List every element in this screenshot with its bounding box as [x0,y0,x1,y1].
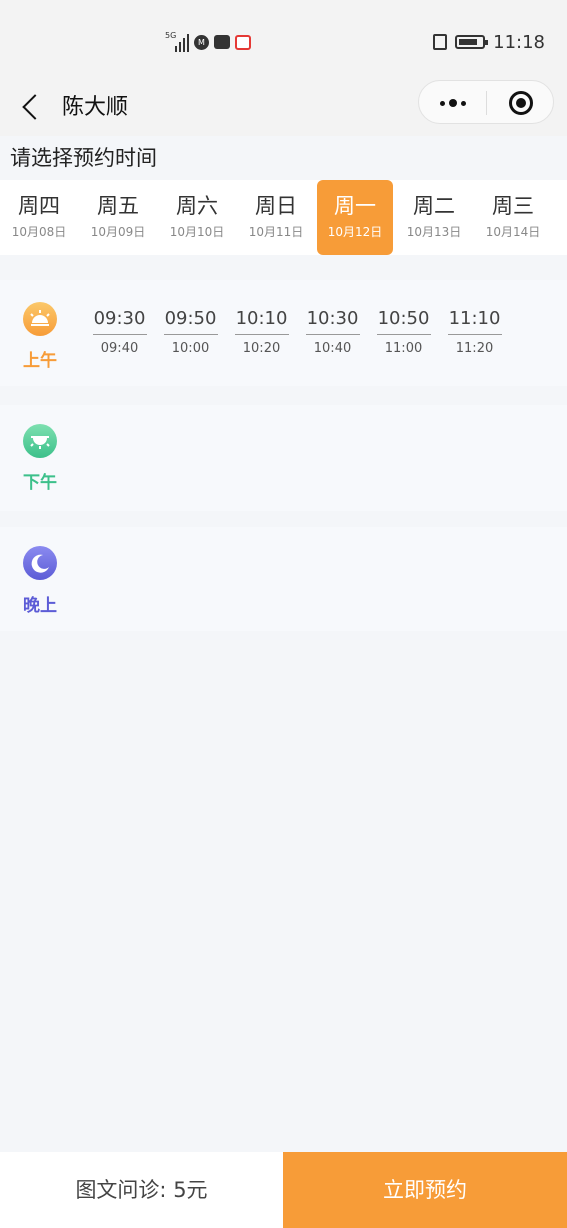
day-date: 10月12日 [327,225,383,239]
morning-section: 上午 09:30 09:40 09:50 10:00 10:10 10:20 1… [0,280,567,386]
back-button[interactable] [16,88,46,128]
time-slot[interactable]: 11:10 11:20 [439,306,510,357]
day-name: 周六 [176,194,218,218]
slot-start: 10:50 [376,306,431,335]
network-type: 5G [165,31,177,40]
day-tab[interactable]: 周三 10月14日 [475,180,551,255]
day-date: 10月13日 [406,225,462,239]
book-now-button[interactable]: 立即预约 [283,1152,567,1228]
afternoon-label: 下午 [23,473,57,493]
slot-start: 09:50 [163,306,218,335]
clock: 11:18 [493,31,545,53]
status-icons: 5G M [165,30,251,54]
day-name: 周三 [492,194,534,218]
vibrate-icon [433,34,448,50]
day-date: 10月11日 [248,225,304,239]
more-options-icon[interactable] [419,81,486,125]
slot-end: 11:00 [384,341,423,356]
sunrise-icon [23,302,57,336]
close-program-icon[interactable] [487,81,554,125]
day-date: 10月14日 [485,225,541,239]
status-right: 11:18 [433,30,545,54]
day-name: 周日 [255,194,297,218]
time-slot[interactable]: 10:50 11:00 [368,306,439,357]
app-notification-icon: M [194,34,209,50]
slot-end: 10:40 [313,341,352,356]
evening-label: 晚上 [23,596,57,616]
day-date: 10月08日 [11,225,67,239]
moon-icon [23,546,57,580]
slot-end: 11:20 [455,341,494,356]
day-tab[interactable]: 周六 10月10日 [159,180,235,255]
day-name: 周四 [18,194,60,218]
consult-price: 图文问诊: 5元 [0,1152,283,1228]
signal-icon: 5G [165,31,189,52]
status-bar: 5G M 11:18 [0,0,567,80]
time-slot[interactable]: 09:30 09:40 [84,306,155,357]
time-slot[interactable]: 10:30 10:40 [297,306,368,357]
day-name: 周二 [413,194,455,218]
bottom-bar: 图文问诊: 5元 立即预约 [0,1152,567,1228]
slot-end: 09:40 [100,341,139,356]
message-icon [214,35,230,49]
notes-icon [235,34,251,50]
day-tab[interactable]: 周二 10月13日 [396,180,472,255]
battery-icon [455,35,489,49]
day-tab[interactable]: 周四 10月08日 [1,180,77,255]
day-name: 周一 [334,194,376,218]
evening-section: 晚上 [0,527,567,631]
day-name: 周五 [97,194,139,218]
time-slot[interactable]: 10:10 10:20 [226,306,297,357]
section-title: 请选择预约时间 [10,146,157,170]
slot-start: 11:10 [447,306,502,335]
day-selector: 周四 10月08日 周五 10月09日 周六 10月10日 周日 10月11日 … [0,180,567,255]
morning-label: 上午 [23,351,57,371]
morning-slots: 09:30 09:40 09:50 10:00 10:10 10:20 10:3… [84,306,510,357]
day-tab[interactable]: 周日 10月11日 [238,180,314,255]
slot-start: 09:30 [92,306,147,335]
day-date: 10月09日 [90,225,146,239]
slot-start: 10:30 [305,306,360,335]
mini-program-capsule [418,80,554,124]
page-title: 陈大顺 [62,95,129,120]
day-date: 10月10日 [169,225,225,239]
day-tab[interactable]: 周五 10月09日 [80,180,156,255]
slot-start: 10:10 [234,306,289,335]
time-slot[interactable]: 09:50 10:00 [155,306,226,357]
day-tab-selected[interactable]: 周一 10月12日 [317,180,393,255]
sun-icon [23,424,57,458]
slot-end: 10:20 [242,341,281,356]
nav-bar: 陈大顺 [0,80,567,136]
slot-end: 10:00 [171,341,210,356]
afternoon-section: 下午 [0,405,567,511]
